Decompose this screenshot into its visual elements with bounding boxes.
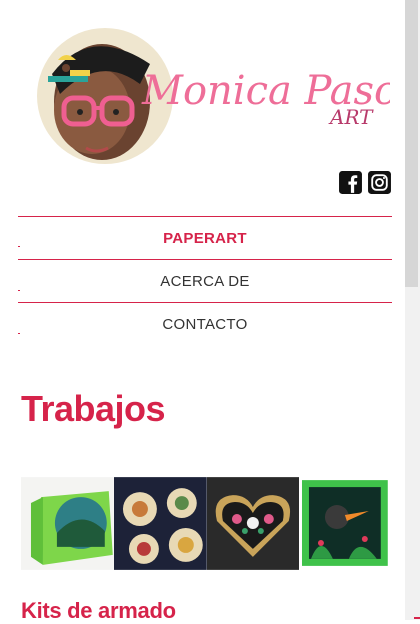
gallery-item-paper-cut-landscape[interactable] bbox=[21, 477, 114, 570]
brand-logo[interactable]: Monica Pasco ART bbox=[30, 24, 390, 169]
nav-item-acerca-de[interactable]: ACERCA DE bbox=[18, 259, 392, 302]
nav-tick bbox=[18, 333, 20, 334]
scrollbar-thumb[interactable] bbox=[405, 0, 418, 287]
brand-suffix-text: ART bbox=[328, 105, 374, 129]
nav-item-paperart[interactable]: PAPERART bbox=[18, 216, 392, 259]
nav-tick bbox=[18, 246, 20, 247]
gallery-item-floral-heart-plaque[interactable] bbox=[206, 477, 300, 570]
works-gallery bbox=[21, 477, 392, 570]
nav-item-contacto[interactable]: CONTACTO bbox=[18, 302, 392, 345]
decorative-dash bbox=[414, 617, 420, 619]
instagram-icon[interactable] bbox=[367, 170, 392, 195]
gallery-item-toucan-jungle-frame[interactable] bbox=[299, 477, 392, 570]
gallery-item-bird-ornaments[interactable] bbox=[113, 477, 207, 570]
nav-tick bbox=[18, 290, 20, 291]
section-title-trabajos: Trabajos bbox=[21, 388, 166, 429]
main-nav: PAPERART ACERCA DE CONTACTO bbox=[18, 216, 392, 345]
social-links bbox=[338, 170, 392, 195]
facebook-icon[interactable] bbox=[338, 170, 363, 195]
section-title-kits: Kits de armado bbox=[21, 598, 176, 623]
